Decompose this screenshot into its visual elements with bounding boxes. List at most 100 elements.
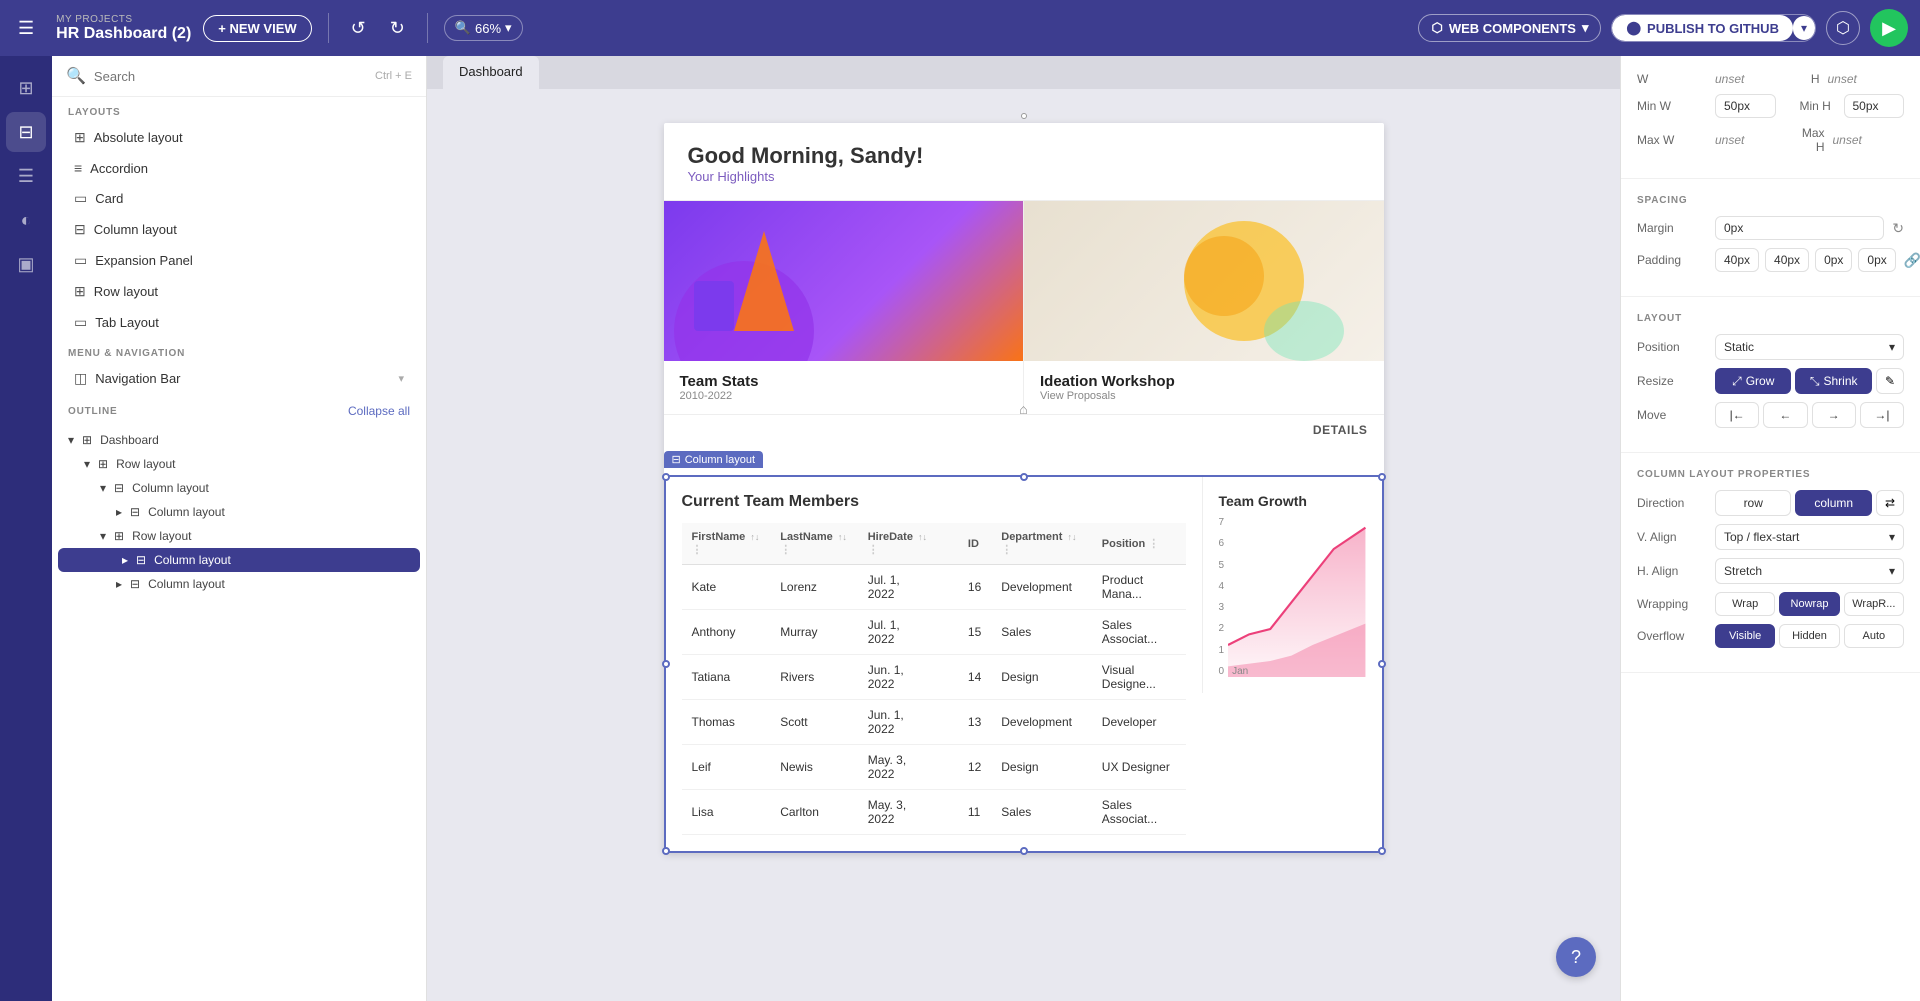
table-row[interactable]: Lisa Carlton May. 3, 2022 11 Sales Sales…: [682, 790, 1186, 835]
wrapr-button[interactable]: WrapR...: [1844, 592, 1904, 616]
direction-row-button[interactable]: row: [1715, 490, 1791, 516]
h-value: unset: [1828, 72, 1905, 86]
col-id[interactable]: ID: [958, 523, 991, 565]
padding-top[interactable]: 40px: [1715, 248, 1759, 272]
canvas-tab-dashboard[interactable]: Dashboard: [443, 56, 539, 89]
col-position[interactable]: Position ⋮: [1092, 523, 1186, 565]
resize-handle-bm[interactable]: [1020, 847, 1028, 855]
halign-select[interactable]: Stretch ▾: [1715, 558, 1904, 584]
icon-bar-home[interactable]: ⊞: [6, 68, 46, 108]
halign-chevron: ▾: [1889, 564, 1895, 578]
table-row[interactable]: Leif Newis May. 3, 2022 12 Design UX Des…: [682, 745, 1186, 790]
undo-icon[interactable]: ↺: [345, 14, 372, 43]
sidebar-item-accordion[interactable]: ≡ Accordion: [58, 153, 420, 183]
grow-button[interactable]: ⤢ Grow: [1715, 368, 1791, 394]
col-hiredate[interactable]: HireDate ↑↓ ⋮: [858, 523, 938, 565]
share-button[interactable]: ⬡: [1826, 11, 1860, 45]
outline-column-layout-1[interactable]: ▾ ⊟ Column layout: [52, 476, 426, 500]
halign-value: Stretch: [1724, 564, 1762, 578]
new-view-button[interactable]: + NEW VIEW: [203, 15, 311, 42]
visible-button[interactable]: Visible: [1715, 624, 1775, 648]
padding-right[interactable]: 40px: [1765, 248, 1809, 272]
margin-link-icon[interactable]: ↻: [1892, 220, 1904, 237]
details-button[interactable]: DETAILS: [1313, 423, 1368, 437]
selected-section[interactable]: Current Team Members FirstName ↑↓ ⋮ Last…: [664, 475, 1384, 853]
col-label-2: Column layout: [148, 505, 225, 519]
zoom-control[interactable]: 🔍 66% ▾: [444, 15, 523, 41]
move-left-button[interactable]: ←: [1763, 402, 1807, 428]
col-lastname[interactable]: LastName ↑↓ ⋮: [770, 523, 858, 565]
direction-swap-button[interactable]: ⇄: [1876, 490, 1904, 516]
margin-input[interactable]: 0px: [1715, 216, 1884, 240]
sidebar-item-row-layout[interactable]: ⊞ Row layout: [58, 276, 420, 307]
auto-button[interactable]: Auto: [1844, 624, 1904, 648]
sidebar-item-tab-layout[interactable]: ▭ Tab Layout: [58, 307, 420, 338]
shrink-button[interactable]: ⤡ Shrink: [1795, 368, 1871, 394]
move-start-button[interactable]: |←: [1715, 402, 1759, 428]
publish-arrow-button[interactable]: ▾: [1793, 16, 1815, 40]
card-team-stats[interactable]: Team Stats 2010-2022: [664, 201, 1024, 414]
resize-handle-tl[interactable]: [662, 473, 670, 481]
collapse-all-button[interactable]: Collapse all: [348, 404, 410, 418]
outline-column-layout-active[interactable]: ▸ ⊟ Column layout: [58, 548, 420, 572]
move-end-button[interactable]: →|: [1860, 402, 1904, 428]
card-right-decoration: [1024, 201, 1384, 361]
table-row[interactable]: Thomas Scott Jun. 1, 2022 13 Development…: [682, 700, 1186, 745]
search-input[interactable]: [94, 69, 367, 84]
padding-label: Padding: [1637, 253, 1707, 267]
outline-row-layout-2[interactable]: ▾ ⊞ Row layout: [52, 524, 426, 548]
greeting-section: Good Morning, Sandy! Your Highlights: [664, 123, 1384, 201]
redo-icon[interactable]: ↻: [384, 14, 411, 43]
sidebar-item-column-layout[interactable]: ⊟ Column layout: [58, 214, 420, 245]
direction-column-button[interactable]: column: [1795, 490, 1871, 516]
col-department[interactable]: Department ↑↓ ⋮: [991, 523, 1092, 565]
outline-dashboard[interactable]: ▾ ⊞ Dashboard: [52, 428, 426, 452]
resize-handle-tr[interactable]: [1378, 473, 1386, 481]
y-label-6: 6: [1219, 538, 1225, 549]
table-row[interactable]: Tatiana Rivers Jun. 1, 2022 14 Design Vi…: [682, 655, 1186, 700]
resize-handle-bl[interactable]: [662, 847, 670, 855]
resize-handle-tm[interactable]: [1020, 473, 1028, 481]
top-resize-handle[interactable]: [451, 113, 1596, 119]
sidebar-item-navigation-bar[interactable]: ◫ Navigation Bar ▾: [58, 363, 420, 394]
nowrap-button[interactable]: Nowrap: [1779, 592, 1839, 616]
icon-bar-components[interactable]: ⊟: [6, 112, 46, 152]
resize-handle-ml[interactable]: [662, 660, 670, 668]
col-firstname[interactable]: FirstName ↑↓ ⋮: [682, 523, 771, 565]
play-button[interactable]: ▶: [1870, 9, 1908, 47]
hidden-button[interactable]: Hidden: [1779, 624, 1839, 648]
min-h-input[interactable]: 50px: [1844, 94, 1905, 118]
shrink-icon: ⤡: [1810, 374, 1820, 389]
table-row[interactable]: Anthony Murray Jul. 1, 2022 15 Sales Sal…: [682, 610, 1186, 655]
card-ideation[interactable]: Ideation Workshop View Proposals: [1024, 201, 1384, 414]
padding-left[interactable]: 0px: [1858, 248, 1895, 272]
max-h-label: Max H: [1795, 126, 1825, 154]
resize-handle-mr[interactable]: [1378, 660, 1386, 668]
move-right-button[interactable]: →: [1812, 402, 1856, 428]
menu-icon[interactable]: ☰: [12, 14, 40, 43]
position-select[interactable]: Static ▾: [1715, 334, 1904, 360]
publish-button[interactable]: ⬤ PUBLISH TO GITHUB: [1612, 15, 1793, 41]
outline-column-layout-2[interactable]: ▸ ⊟ Column layout: [52, 500, 426, 524]
wrap-button[interactable]: Wrap: [1715, 592, 1775, 616]
resize-edit-button[interactable]: ✎: [1876, 368, 1904, 394]
outline-row-layout-1[interactable]: ▾ ⊞ Row layout: [52, 452, 426, 476]
table-row[interactable]: Kate Lorenz Jul. 1, 2022 16 Development …: [682, 565, 1186, 610]
sidebar-item-card[interactable]: ▭ Card: [58, 183, 420, 214]
icon-bar-assets[interactable]: ▣: [6, 244, 46, 284]
help-button[interactable]: ?: [1556, 937, 1596, 977]
icon-bar-theme[interactable]: ◐: [6, 200, 46, 240]
web-components-button[interactable]: ⬡ WEB COMPONENTS ▾: [1418, 14, 1601, 42]
icon-bar-pages[interactable]: ☰: [6, 156, 46, 196]
resize-handle-br[interactable]: [1378, 847, 1386, 855]
max-h-value: unset: [1833, 133, 1905, 147]
y-label-5: 5: [1219, 560, 1225, 571]
min-w-input[interactable]: 50px: [1715, 94, 1776, 118]
padding-bottom[interactable]: 0px: [1815, 248, 1852, 272]
padding-link-icon[interactable]: 🔗: [1904, 252, 1920, 269]
selected-label: ⊟ Column layout: [664, 451, 764, 468]
outline-column-layout-3[interactable]: ▸ ⊟ Column layout: [52, 572, 426, 596]
sidebar-item-absolute-layout[interactable]: ⊞ Absolute layout: [58, 122, 420, 153]
valign-select[interactable]: Top / flex-start ▾: [1715, 524, 1904, 550]
sidebar-item-expansion-panel[interactable]: ▭ Expansion Panel: [58, 245, 420, 276]
